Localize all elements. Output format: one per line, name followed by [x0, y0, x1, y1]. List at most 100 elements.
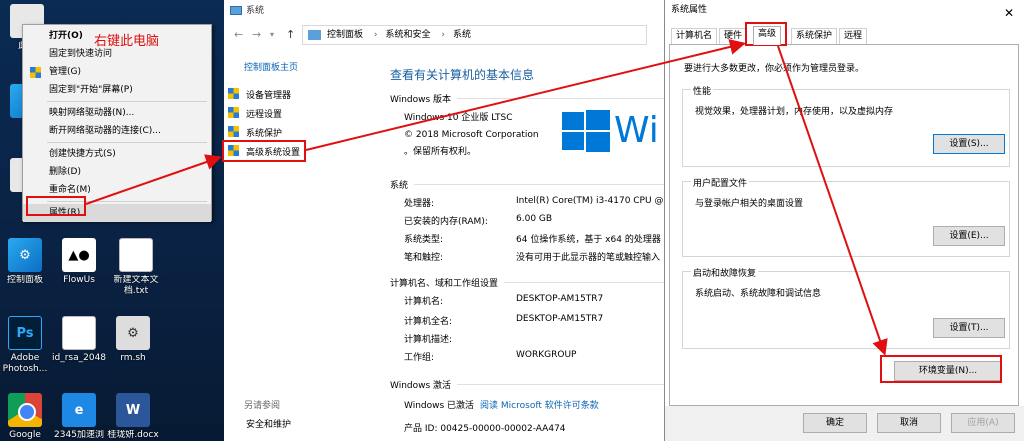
annotation-right-click: 右键此电脑 [94, 34, 160, 49]
tab-system-protection[interactable]: 系统保护 [791, 28, 838, 44]
highlight-advanced-settings [222, 140, 306, 162]
section-system: 系统 [390, 178, 675, 191]
menu-item-delete[interactable]: 删除(D) [23, 163, 211, 181]
breadcrumb-control-panel[interactable]: 控制面板 [327, 30, 363, 40]
group-description: 视觉效果，处理器计划，内存使用，以及虚拟内存 [695, 107, 894, 117]
tab-advanced[interactable]: 高级 [753, 26, 782, 45]
group-startup-recovery: 启动和故障恢复 系统启动、系统故障和调试信息 设置(T)... [682, 266, 1010, 349]
cancel-button[interactable]: 取消 [877, 413, 941, 433]
desktop-icon-docx[interactable]: W 桂珑妍.docx [106, 393, 160, 441]
ok-button[interactable]: 确定 [803, 413, 867, 433]
menu-item-pin-start[interactable]: 固定到"开始"屏幕(P) [23, 81, 211, 99]
apply-button[interactable]: 应用(A) [951, 413, 1015, 433]
activation-row: Windows 已激活 阅读 Microsoft 软件许可条款 [404, 398, 599, 411]
highlight-env-vars [880, 355, 1002, 383]
dialog-title-bar: 系统属性 ✕ [665, 0, 1024, 22]
see-also-heading: 另请参阅 [244, 401, 281, 411]
chrome-icon [8, 393, 42, 427]
menu-item-label: 管理(G) [49, 67, 81, 77]
shield-icon [228, 126, 239, 137]
context-menu: 打开(O) 固定到快速访问 管理(G) 固定到"开始"屏幕(P) 映射网络驱动器… [22, 24, 212, 222]
section-edition: Windows 版本 [390, 92, 718, 105]
edition-name: Windows 10 企业版 LTSC [404, 113, 513, 123]
sidebar-home-link[interactable]: 控制面板主页 [244, 60, 298, 73]
system-window: 系统 ← → ▾ ↑ 控制面板 系统和安全 系统 控制面板主页 设备管理器 远程… [224, 0, 765, 441]
flowus-icon: ▲● [62, 238, 96, 272]
breadcrumb-system-security[interactable]: 系统和安全 [374, 30, 431, 40]
profiles-settings-button[interactable]: 设置(E)... [933, 226, 1005, 246]
dialog-footer: 确定 取消 应用(A) [665, 406, 1024, 441]
breadcrumb-system[interactable]: 系统 [441, 30, 471, 40]
sidebar-link-label: 系统保护 [246, 129, 283, 139]
desktop-icon-rm-sh[interactable]: ⚙ rm.sh [106, 316, 160, 364]
browser-icon: e [62, 393, 96, 427]
desktop-icon-id-rsa[interactable]: id_rsa_2048 [52, 316, 106, 364]
desktop-icon-flowus[interactable]: ▲● FlowUs [52, 238, 106, 286]
desktop-icon-photoshop[interactable]: Ps Adobe Photosh... [0, 316, 52, 375]
sidebar-link-label: 设备管理器 [246, 91, 292, 101]
desktop-icon-2345-browser[interactable]: e 2345加速浏 [52, 393, 106, 441]
word-icon: W [116, 393, 150, 427]
menu-separator [47, 101, 207, 102]
tab-hardware[interactable]: 硬件 [719, 28, 748, 44]
address-bar[interactable]: 控制面板 系统和安全 系统 [302, 25, 647, 45]
window-title-bar: 系统 [224, 0, 664, 22]
windows-wordmark: Wi [614, 110, 659, 151]
window-title: 系统 [246, 6, 265, 16]
history-chevron-icon[interactable]: ▾ [270, 30, 274, 39]
system-window-icon [230, 6, 242, 15]
sidebar-link-label: 远程设置 [246, 110, 283, 120]
text-file-icon: ≡ [119, 238, 153, 272]
tab-computer-name[interactable]: 计算机名 [671, 28, 718, 44]
desktop: 此电 网 回 ⚙ 控制面板 ▲● FlowUs ≡ 新建文本文档.txt Ps … [0, 0, 224, 441]
page-title: 查看有关计算机的基本信息 [390, 68, 535, 82]
section-computer-name: 计算机名、域和工作组设置 [390, 276, 765, 289]
menu-item-manage[interactable]: 管理(G) [23, 63, 211, 81]
activation-status: Windows 已激活 [404, 401, 475, 411]
shield-icon [228, 107, 239, 118]
sidebar-link-remote[interactable]: 远程设置 [228, 107, 283, 120]
control-panel-icon [308, 30, 321, 40]
sidebar-link-security[interactable]: 安全和维护 [244, 417, 291, 430]
menu-separator [47, 142, 207, 143]
close-icon[interactable]: ✕ [1004, 3, 1014, 23]
startup-settings-button[interactable]: 设置(T)... [933, 318, 1005, 338]
back-arrow-icon[interactable]: ← [234, 28, 243, 41]
desktop-icon-control-panel[interactable]: ⚙ 控制面板 [0, 238, 52, 286]
section-activation: Windows 激活 [390, 378, 718, 391]
group-user-profiles: 用户配置文件 与登录帐户相关的桌面设置 设置(E)... [682, 176, 1010, 257]
advanced-tab-panel: 要进行大多数更改，你必须作为管理员登录。 性能 视觉效果，处理器计划，内存使用，… [669, 44, 1019, 406]
shield-icon [30, 67, 41, 78]
tab-strip: 计算机名 硬件 高级 系统保护 远程 [669, 26, 1019, 45]
product-id: 产品 ID: 00425-00000-00002-AA474 [404, 424, 566, 434]
desktop-icon-chrome[interactable]: Google [0, 393, 52, 441]
group-title: 用户配置文件 [691, 176, 750, 189]
highlight-properties [26, 196, 86, 216]
control-panel-icon: ⚙ [8, 238, 42, 272]
license-terms-link[interactable]: 阅读 Microsoft 软件许可条款 [480, 401, 599, 411]
shield-icon [228, 88, 239, 99]
group-title: 性能 [691, 84, 714, 97]
file-icon [62, 316, 96, 350]
admin-note: 要进行大多数更改，你必须作为管理员登录。 [684, 64, 865, 74]
sidebar-link-protection[interactable]: 系统保护 [228, 126, 283, 139]
photoshop-icon: Ps [8, 316, 42, 350]
rights: 。保留所有权利。 [404, 147, 477, 157]
menu-item-map-drive[interactable]: 映射网络驱动器(N)... [23, 104, 211, 122]
performance-settings-button[interactable]: 设置(S)... [933, 134, 1005, 154]
sidebar-link-device-manager[interactable]: 设备管理器 [228, 88, 292, 101]
group-title: 启动和故障恢复 [691, 266, 759, 279]
script-file-icon: ⚙ [116, 316, 150, 350]
desktop-icon-text-file[interactable]: ≡ 新建文本文档.txt [106, 238, 166, 297]
up-arrow-icon[interactable]: ↑ [286, 28, 295, 41]
group-performance: 性能 视觉效果，处理器计划，内存使用，以及虚拟内存 设置(S)... [682, 84, 1010, 167]
dialog-title: 系统属性 [671, 5, 708, 15]
group-description: 与登录帐户相关的桌面设置 [695, 199, 804, 209]
address-bar-row: ← → ▾ ↑ 控制面板 系统和安全 系统 [224, 24, 664, 46]
menu-item-create-shortcut[interactable]: 创建快捷方式(S) [23, 145, 211, 163]
copyright: © 2018 Microsoft Corporation [404, 130, 539, 140]
group-description: 系统启动、系统故障和调试信息 [695, 289, 822, 299]
forward-arrow-icon[interactable]: → [252, 28, 261, 41]
tab-remote[interactable]: 远程 [839, 28, 868, 44]
menu-item-disconnect-drive[interactable]: 断开网络驱动器的连接(C)... [23, 122, 211, 140]
